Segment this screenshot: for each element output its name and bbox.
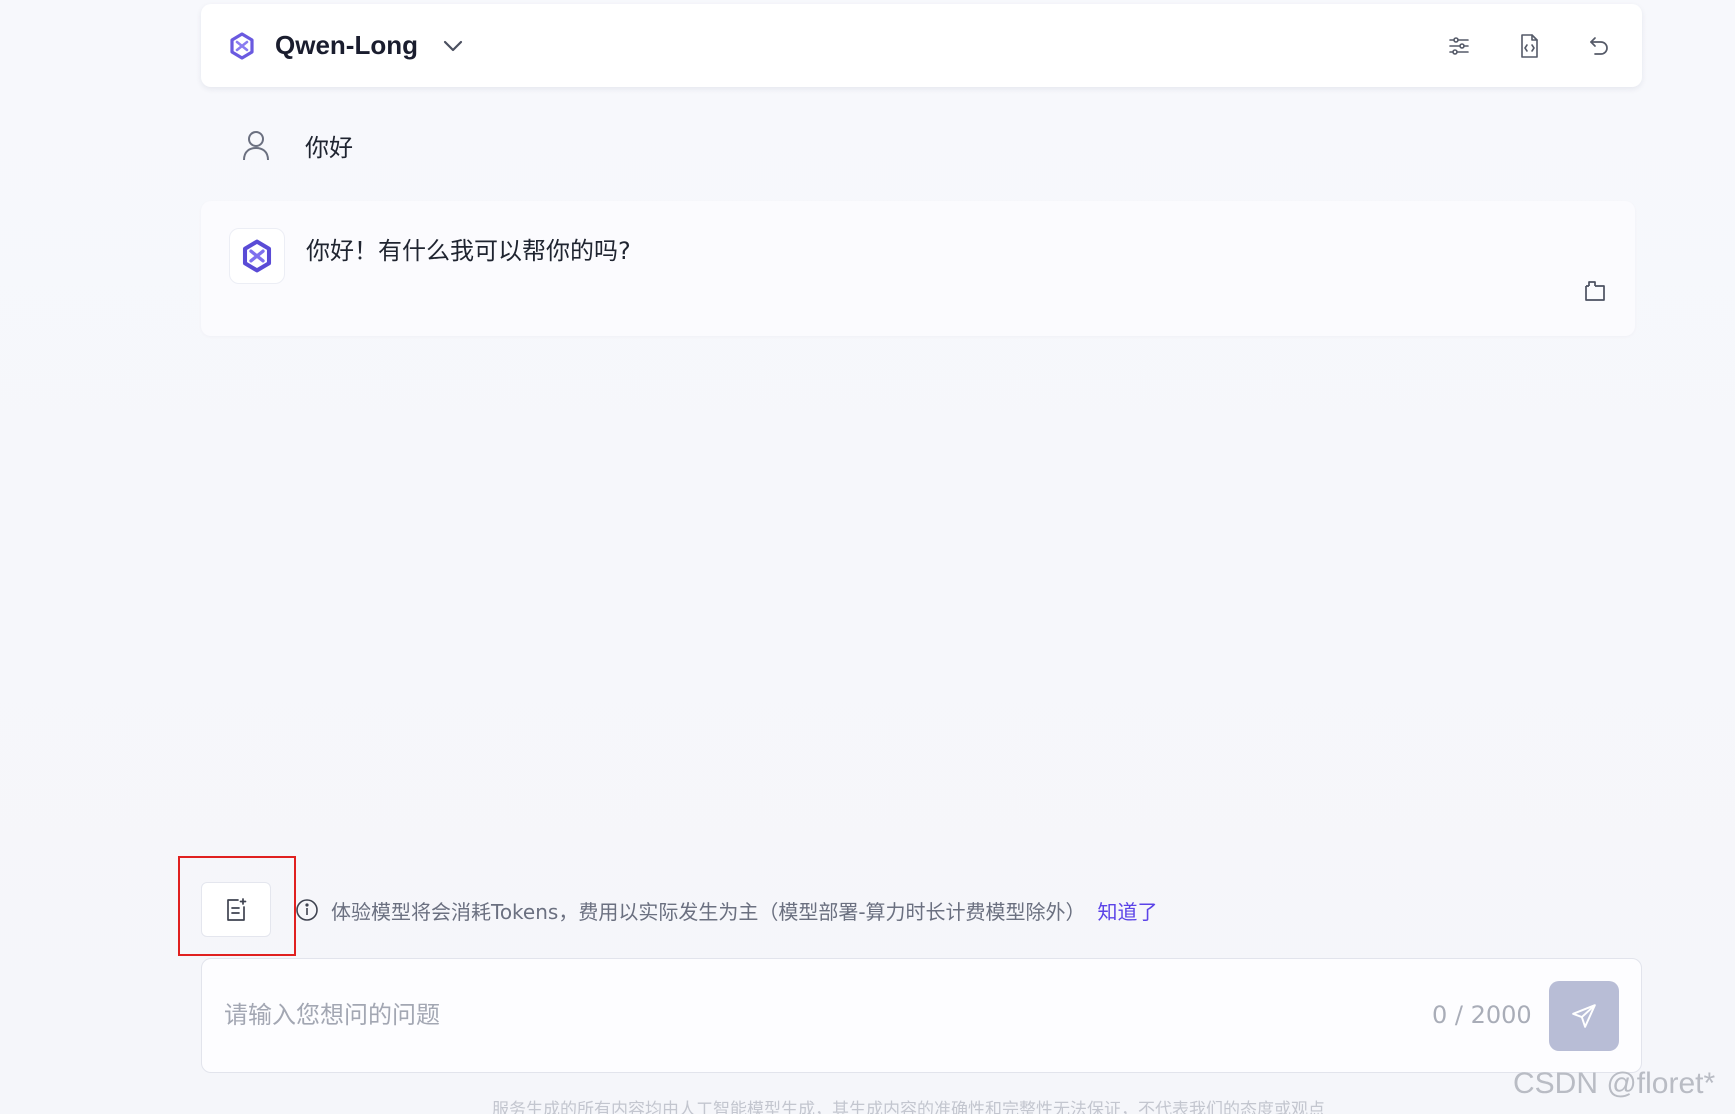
user-message: 你好 bbox=[240, 124, 353, 166]
add-document-icon bbox=[227, 897, 247, 921]
user-avatar-icon bbox=[240, 129, 272, 161]
copy-icon[interactable] bbox=[1581, 277, 1609, 305]
settings-sliders-icon[interactable] bbox=[1442, 29, 1476, 63]
assistant-message-text: 你好！有什么我可以帮你的吗? bbox=[306, 237, 631, 265]
upload-document-button[interactable] bbox=[201, 882, 271, 937]
qwen-logo-icon bbox=[227, 31, 257, 61]
question-input[interactable] bbox=[224, 989, 1384, 1041]
notice-text: 体验模型将会消耗Tokens，费用以实际发生为主（模型部署-算力时长计费模型除外… bbox=[331, 899, 1086, 924]
send-icon bbox=[1572, 1004, 1596, 1028]
token-notice: 体验模型将会消耗Tokens，费用以实际发生为主（模型部署-算力时长计费模型除外… bbox=[295, 895, 1158, 925]
info-icon bbox=[295, 898, 319, 922]
model-name[interactable]: Qwen-Long bbox=[275, 30, 418, 61]
send-button[interactable] bbox=[1549, 981, 1619, 1051]
chat-header: Qwen-Long bbox=[201, 4, 1642, 87]
watermark: CSDN @floret* bbox=[1513, 1067, 1716, 1100]
chat-page: Qwen-Long 你好 你好！有什么我可以帮你的吗? 体验模型将会消耗Toke… bbox=[0, 0, 1735, 1114]
ai-disclaimer: 服务生成的所有内容均由人工智能模型生成，其生成内容的准确性和完整性无法保证，不代… bbox=[492, 1100, 1325, 1114]
assistant-message: 你好！有什么我可以帮你的吗? bbox=[201, 201, 1635, 336]
chat-input-box: 0 / 2000 bbox=[201, 958, 1642, 1073]
char-counter: 0 / 2000 bbox=[1432, 1001, 1532, 1029]
chevron-down-icon[interactable] bbox=[442, 35, 464, 57]
undo-icon[interactable] bbox=[1582, 29, 1616, 63]
user-message-text: 你好 bbox=[305, 133, 353, 162]
notice-dismiss-link[interactable]: 知道了 bbox=[1098, 896, 1158, 925]
code-file-icon[interactable] bbox=[1512, 29, 1546, 63]
assistant-avatar-icon bbox=[229, 228, 285, 284]
